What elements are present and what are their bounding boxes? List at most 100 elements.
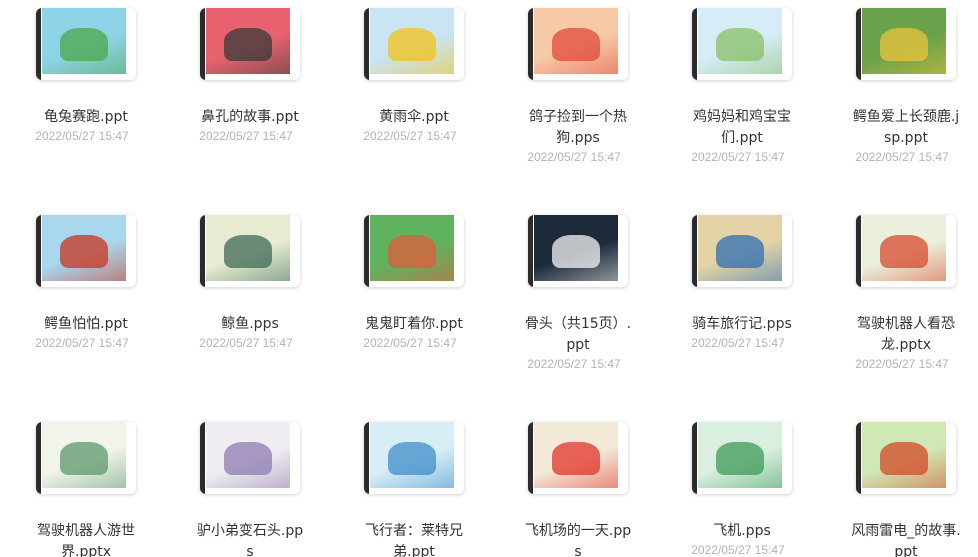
file-thumbnail[interactable] <box>36 8 136 80</box>
file-date: 2022/05/27 15:47 <box>199 129 293 143</box>
file-name: 骑车旅行记.pps <box>692 316 792 332</box>
file-thumbnail[interactable] <box>856 422 956 494</box>
cover-image <box>206 8 290 74</box>
file-thumbnail[interactable] <box>364 8 464 80</box>
file-name: 鳄鱼怕怕.ppt <box>44 316 128 332</box>
cover-image <box>862 422 946 488</box>
cover-illustration <box>224 234 272 268</box>
file-tile[interactable]: 骨头（共15页）.ppt 2022/05/27 15:47 <box>492 215 656 373</box>
file-tile[interactable]: 鳄鱼爱上长颈鹿.jsp.ppt 2022/05/27 15:47 <box>820 8 978 166</box>
cover-image <box>534 215 618 281</box>
book-spine <box>36 8 41 80</box>
cover-illustration <box>880 441 928 475</box>
file-name: 鳄鱼爱上长颈鹿.jsp.ppt <box>852 109 960 146</box>
file-tile[interactable]: 鬼鬼盯着你.ppt 2022/05/27 15:47 <box>328 215 492 352</box>
file-tile[interactable]: 驾驶机器人看恐龙.pptx 2022/05/27 15:47 <box>820 215 978 373</box>
cover-image <box>42 8 126 74</box>
file-name: 鸡妈妈和鸡宝宝们.ppt <box>693 109 791 146</box>
book-spine <box>692 8 697 80</box>
file-thumbnail[interactable] <box>364 422 464 494</box>
file-tile[interactable]: 驾驶机器人游世界.pptx2022/05/27 15:47 <box>0 422 164 557</box>
file-tile[interactable]: 驴小弟变石头.pps2022/05/27 15:47 <box>164 422 328 557</box>
file-thumbnail[interactable] <box>36 215 136 287</box>
file-tile[interactable]: 鼻孔的故事.ppt 2022/05/27 15:47 <box>164 8 328 145</box>
cover-illustration <box>552 234 600 268</box>
book-spine <box>364 422 369 494</box>
file-tile[interactable]: 鸽子捡到一个热狗.pps 2022/05/27 15:47 <box>492 8 656 166</box>
file-thumbnail[interactable] <box>856 215 956 287</box>
file-date: 2022/05/27 15:47 <box>691 543 785 557</box>
file-name: 驴小弟变石头.pps <box>196 523 304 557</box>
file-name: 鬼鬼盯着你.ppt <box>365 316 463 332</box>
file-thumbnail[interactable] <box>36 422 136 494</box>
file-name: 飞机.pps <box>713 523 771 539</box>
file-thumbnail[interactable] <box>364 215 464 287</box>
file-date: 2022/05/27 15:47 <box>527 357 621 371</box>
cover-illustration <box>60 441 108 475</box>
cover-image <box>698 422 782 488</box>
file-thumbnail[interactable] <box>692 215 792 287</box>
cover-illustration <box>716 441 764 475</box>
book-spine <box>528 422 533 494</box>
cover-illustration <box>60 27 108 61</box>
cover-illustration <box>552 27 600 61</box>
file-date: 2022/05/27 15:47 <box>855 357 949 371</box>
file-name: 黄雨伞.ppt <box>379 109 449 125</box>
file-name: 飞行者：莱特兄弟.ppt <box>365 523 463 557</box>
file-tile[interactable]: 鳄鱼怕怕.ppt 2022/05/27 15:47 <box>0 215 164 352</box>
file-thumbnail[interactable] <box>528 8 628 80</box>
file-tile[interactable]: 黄雨伞.ppt 2022/05/27 15:47 <box>328 8 492 145</box>
book-spine <box>528 8 533 80</box>
cover-illustration <box>880 234 928 268</box>
book-spine <box>364 215 369 287</box>
cover-image <box>42 215 126 281</box>
file-name: 鲸鱼.pps <box>221 316 279 332</box>
file-thumbnail[interactable] <box>200 422 300 494</box>
file-name: 龟兔赛跑.ppt <box>44 109 128 125</box>
file-thumbnail[interactable] <box>200 215 300 287</box>
file-thumbnail[interactable] <box>528 422 628 494</box>
cover-image <box>862 215 946 281</box>
book-spine <box>200 215 205 287</box>
file-date: 2022/05/27 15:47 <box>363 336 457 350</box>
cover-image <box>206 422 290 488</box>
file-date: 2022/05/27 15:47 <box>527 150 621 164</box>
cover-illustration <box>388 441 436 475</box>
file-tile[interactable]: 龟兔赛跑.ppt 2022/05/27 15:47 <box>0 8 164 145</box>
file-name: 风雨雷电_的故事.ppt <box>851 523 961 557</box>
file-name: 驾驶机器人游世界.pptx <box>37 523 135 557</box>
file-thumbnail[interactable] <box>856 8 956 80</box>
cover-illustration <box>60 234 108 268</box>
file-date: 2022/05/27 15:47 <box>35 336 129 350</box>
file-tile[interactable]: 飞机.pps 2022/05/27 15:47 <box>656 422 820 557</box>
cover-image <box>862 8 946 74</box>
file-tile[interactable]: 鲸鱼.pps 2022/05/27 15:47 <box>164 215 328 352</box>
file-tile[interactable]: 飞机场的一天.pps2022/05/27 15:47 <box>492 422 656 557</box>
cover-image <box>534 422 618 488</box>
cover-image <box>698 8 782 74</box>
cover-image <box>370 422 454 488</box>
book-spine <box>200 422 205 494</box>
book-spine <box>856 8 861 80</box>
file-name: 骨头（共15页）.ppt <box>524 316 632 353</box>
book-spine <box>364 8 369 80</box>
file-tile[interactable]: 骑车旅行记.pps 2022/05/27 15:47 <box>656 215 820 352</box>
book-spine <box>200 8 205 80</box>
file-tile[interactable]: 风雨雷电_的故事.ppt2022/05/27 15:47 <box>820 422 978 557</box>
cover-image <box>370 8 454 74</box>
file-tile[interactable]: 鸡妈妈和鸡宝宝们.ppt 2022/05/27 15:47 <box>656 8 820 166</box>
file-name: 飞机场的一天.pps <box>524 523 632 557</box>
file-thumbnail[interactable] <box>692 8 792 80</box>
file-tile[interactable]: 飞行者：莱特兄弟.ppt2022/05/27 15:47 <box>328 422 492 557</box>
file-thumbnail[interactable] <box>528 215 628 287</box>
file-date: 2022/05/27 15:47 <box>855 150 949 164</box>
file-thumbnail[interactable] <box>692 422 792 494</box>
file-thumbnail[interactable] <box>200 8 300 80</box>
file-date: 2022/05/27 15:47 <box>35 129 129 143</box>
book-spine <box>856 215 861 287</box>
file-date: 2022/05/27 15:47 <box>199 336 293 350</box>
cover-illustration <box>224 441 272 475</box>
book-spine <box>528 215 533 287</box>
cover-image <box>370 215 454 281</box>
cover-illustration <box>716 234 764 268</box>
